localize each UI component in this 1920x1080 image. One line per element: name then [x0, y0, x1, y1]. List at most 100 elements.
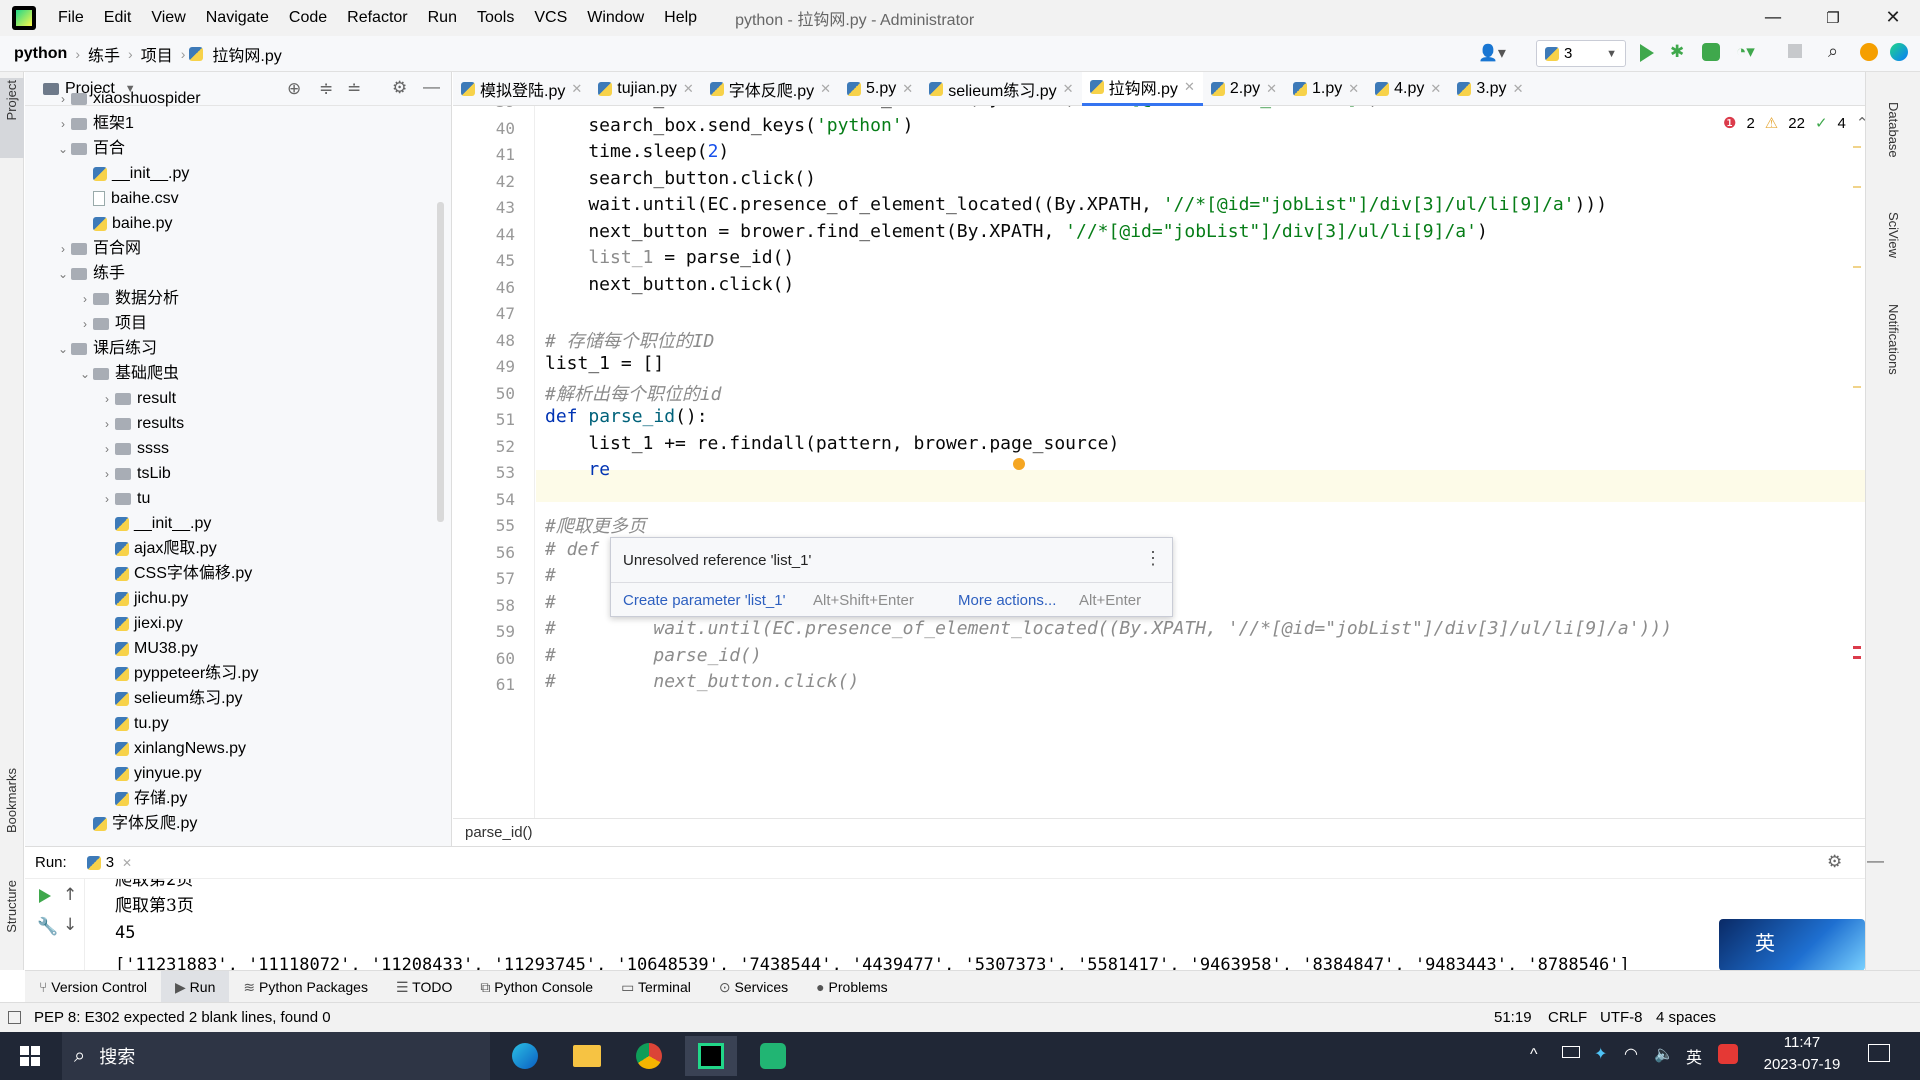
create-parameter-link[interactable]: Create parameter 'list_1': [623, 592, 785, 609]
menu-refactor[interactable]: Refactor: [337, 9, 417, 27]
editor-tab[interactable]: 拉钩网.py ✕: [1081, 71, 1203, 106]
tool-tab-version-control[interactable]: ⑂ Version Control: [25, 971, 161, 1003]
line-separator[interactable]: CRLF: [1548, 1003, 1587, 1033]
tree-item[interactable]: __init__.py: [99, 511, 211, 536]
file-encoding[interactable]: UTF-8: [1600, 1003, 1643, 1033]
code-line[interactable]: # wait.until(EC.presence_of_element_loca…: [545, 618, 1672, 639]
menu-tools[interactable]: Tools: [467, 9, 524, 27]
code-line[interactable]: # parse_id(): [545, 645, 762, 666]
tree-item[interactable]: › tu: [99, 486, 150, 511]
battery-icon[interactable]: [1562, 1046, 1580, 1058]
clock-date[interactable]: 2023-07-19: [1758, 1056, 1846, 1073]
tree-item[interactable]: jiexi.py: [99, 611, 183, 636]
close-tab-icon[interactable]: ✕: [1266, 81, 1277, 97]
app-green-icon[interactable]: [747, 1036, 799, 1076]
bulb-icon[interactable]: [1013, 458, 1025, 470]
close-tab-icon[interactable]: ✕: [820, 81, 831, 97]
tree-item[interactable]: xinlangNews.py: [99, 736, 246, 761]
menu-navigate[interactable]: Navigate: [196, 9, 279, 27]
chevron-up-icon[interactable]: ⌃: [1856, 114, 1865, 132]
tree-item[interactable]: ajax爬取.py: [99, 536, 217, 561]
code-line[interactable]: list_1 += re.findall(pattern, brower.pag…: [545, 433, 1119, 454]
tree-item[interactable]: baihe.csv: [77, 186, 179, 211]
chevron-right-icon[interactable]: ›: [99, 487, 115, 512]
hide-panel-icon[interactable]: —: [1867, 851, 1884, 871]
close-button[interactable]: ✕: [1864, 0, 1920, 36]
volume-icon[interactable]: 🔈: [1654, 1044, 1674, 1064]
project-tool-button[interactable]: Project: [4, 80, 19, 120]
code-line[interactable]: time.sleep(2): [545, 141, 729, 162]
code-line[interactable]: list_1 = []: [545, 353, 664, 374]
breadcrumb-folder[interactable]: 练手: [84, 42, 124, 66]
jetbrains-toolbox-icon[interactable]: [1890, 43, 1908, 61]
arrow-down-icon[interactable]: ↓: [63, 915, 77, 935]
chevron-down-icon[interactable]: ⌄: [55, 337, 71, 362]
code-line[interactable]: # 存储每个职位的ID: [545, 327, 714, 353]
run-config-select[interactable]: 3 ▼: [1536, 40, 1626, 67]
tree-item[interactable]: ⌄ 百合: [55, 136, 125, 161]
hide-panel-icon[interactable]: —: [423, 77, 440, 97]
run-config-tab[interactable]: 3: [106, 854, 114, 871]
tree-item[interactable]: __init__.py: [77, 161, 189, 186]
menu-window[interactable]: Window: [577, 9, 654, 27]
tree-item[interactable]: › 百合网: [55, 236, 141, 261]
menu-file[interactable]: File: [48, 9, 94, 27]
code-editor[interactable]: 3940414243444546474849505152535455565758…: [453, 106, 1865, 818]
wifi-icon[interactable]: ◠: [1624, 1044, 1638, 1064]
network-app-icon[interactable]: ✦: [1594, 1044, 1607, 1064]
editor-tab[interactable]: 4.py ✕: [1367, 72, 1449, 106]
code-line[interactable]: next_button.click(): [545, 274, 794, 295]
breadcrumb-subfolder[interactable]: 项目: [137, 42, 177, 66]
code-line[interactable]: search_button.click(): [545, 168, 816, 189]
close-tab-icon[interactable]: ✕: [1063, 81, 1074, 97]
close-tab-icon[interactable]: ✕: [683, 81, 694, 97]
code-line[interactable]: # next_button.click(): [545, 671, 859, 692]
bookmarks-tool-button[interactable]: Bookmarks: [4, 768, 19, 833]
menu-vcs[interactable]: VCS: [524, 9, 577, 27]
code-line[interactable]: wait.until(EC.presence_of_element_locate…: [545, 194, 1607, 215]
tree-item[interactable]: ⌄ 练手: [55, 261, 125, 286]
code-line[interactable]: list_1 = parse_id(): [545, 247, 794, 268]
menu-help[interactable]: Help: [654, 9, 707, 27]
tree-item[interactable]: › xiaoshuospider: [55, 86, 201, 111]
chevron-up-icon[interactable]: ^: [1530, 1046, 1538, 1064]
pycharm-taskbar-icon[interactable]: [685, 1036, 737, 1076]
code-line[interactable]: re: [545, 459, 610, 480]
editor-tab[interactable]: selieum练习.py ✕: [921, 72, 1081, 106]
ime-indicator[interactable]: 英: [1686, 1044, 1702, 1068]
arrow-up-icon[interactable]: ↑: [63, 885, 77, 905]
tree-item[interactable]: tu.py: [99, 711, 169, 736]
chevron-right-icon[interactable]: ›: [55, 87, 71, 112]
breadcrumb-function[interactable]: parse_id(): [465, 824, 533, 841]
coverage-icon[interactable]: [1702, 43, 1720, 61]
structure-tool-button[interactable]: Structure: [4, 880, 19, 933]
code-line[interactable]: next_button = brower.find_element(By.XPA…: [545, 221, 1487, 242]
windows-start-icon[interactable]: [4, 1036, 56, 1076]
gear-icon[interactable]: ⚙: [1827, 852, 1842, 872]
editor-tab[interactable]: 1.py ✕: [1285, 72, 1367, 106]
edge-icon[interactable]: [499, 1036, 551, 1076]
rerun-icon[interactable]: [39, 889, 51, 903]
code-line[interactable]: search_button = brower.find_element(By.X…: [545, 106, 1379, 109]
tree-item[interactable]: › tsLib: [99, 461, 171, 486]
close-tab-icon[interactable]: ✕: [1430, 81, 1441, 97]
minimize-button[interactable]: —: [1744, 0, 1802, 36]
tree-item[interactable]: pyppeteer练习.py: [99, 661, 259, 686]
cursor-position[interactable]: 51:19: [1494, 1003, 1532, 1033]
close-icon[interactable]: ✕: [122, 856, 132, 870]
tool-tab-run[interactable]: ▶ Run: [161, 970, 230, 1003]
locate-icon[interactable]: ⊕: [287, 79, 301, 99]
chevron-right-icon[interactable]: ›: [77, 287, 93, 312]
tree-item[interactable]: › results: [99, 411, 184, 436]
debug-icon[interactable]: ✱: [1670, 42, 1690, 62]
menu-edit[interactable]: Edit: [94, 9, 142, 27]
menu-code[interactable]: Code: [279, 9, 337, 27]
clock-time[interactable]: 11:47: [1762, 1034, 1842, 1051]
close-tab-icon[interactable]: ✕: [902, 81, 913, 97]
tree-item[interactable]: yinyue.py: [99, 761, 202, 786]
inspection-widget[interactable]: ❶ 2 ⚠ 22 ✓ 4 ⌃ ⌄: [1723, 114, 1865, 133]
chevron-right-icon[interactable]: ›: [77, 312, 93, 337]
editor-tab[interactable]: tujian.py ✕: [590, 72, 702, 106]
code-line[interactable]: def parse_id():: [545, 406, 708, 427]
editor-tab[interactable]: 5.py ✕: [839, 72, 921, 106]
